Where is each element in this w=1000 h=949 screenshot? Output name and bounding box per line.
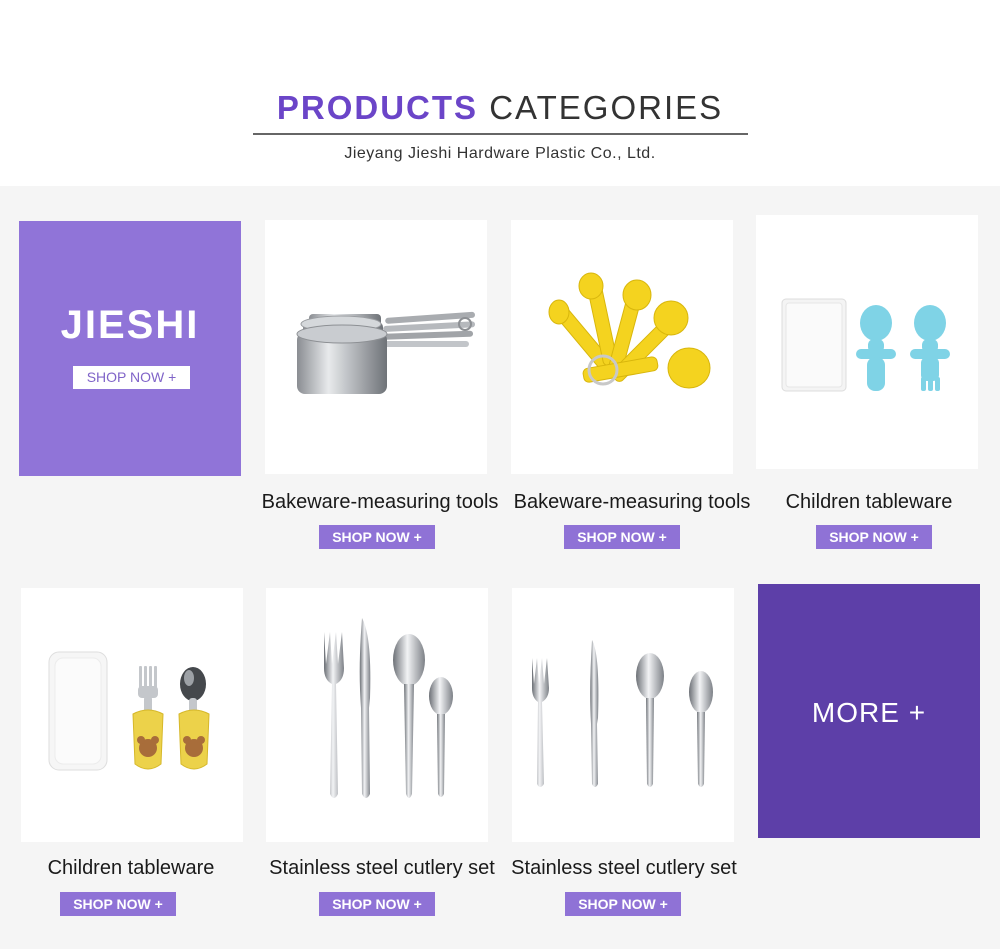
product-card-cutlery-set[interactable] (512, 588, 734, 842)
title-rest: CATEGORIES (489, 89, 724, 126)
shop-now-button[interactable]: SHOP NOW + (319, 892, 435, 916)
shop-now-button[interactable]: SHOP NOW + (60, 892, 176, 916)
company-subtitle: Jieyang Jieshi Hardware Plastic Co., Ltd… (344, 145, 656, 162)
product-name: Bakeware-measuring tools (513, 491, 751, 513)
product-card-measuring-cups[interactable] (265, 220, 487, 474)
shop-now-button[interactable]: SHOP NOW + (319, 525, 435, 549)
kids-cutlery-icon (48, 651, 210, 771)
measuring-cups-icon (296, 311, 476, 394)
promo-brand: JIESHI (60, 303, 200, 347)
product-card-baby-spoon-fork[interactable] (756, 215, 978, 469)
page-title: PRODUCTS CATEGORIES (0, 88, 1000, 128)
cutlery-set-icon (324, 618, 453, 798)
product-name: Children tableware (785, 491, 953, 513)
shop-now-button[interactable]: SHOP NOW + (816, 525, 932, 549)
title-divider (253, 133, 748, 135)
title-highlight: PRODUCTS (276, 89, 479, 126)
cutlery-set-icon (532, 640, 713, 787)
product-card-kids-cutlery[interactable] (21, 588, 243, 842)
page-header: PRODUCTS CATEGORIES Jieyang Jieshi Hardw… (0, 0, 1000, 186)
product-name: Children tableware (47, 857, 215, 879)
product-name: Bakeware-measuring tools (261, 491, 499, 513)
product-card-cutlery-set[interactable] (266, 588, 488, 842)
shop-now-button[interactable]: SHOP NOW + (564, 525, 680, 549)
product-name: Stainless steel cutlery set (511, 857, 737, 879)
measuring-spoons-icon (548, 272, 711, 389)
shop-now-button[interactable]: SHOP NOW + (565, 892, 681, 916)
product-name: Stainless steel cutlery set (269, 857, 495, 879)
product-card-measuring-spoons[interactable] (511, 220, 733, 474)
more-categories-tile[interactable]: MORE + (758, 584, 980, 838)
baby-spoon-fork-icon (781, 298, 950, 392)
promo-tile: JIESHI SHOP NOW + (19, 221, 241, 476)
more-label: MORE + (811, 697, 927, 728)
promo-shop-now-button[interactable]: SHOP NOW + (73, 366, 190, 389)
